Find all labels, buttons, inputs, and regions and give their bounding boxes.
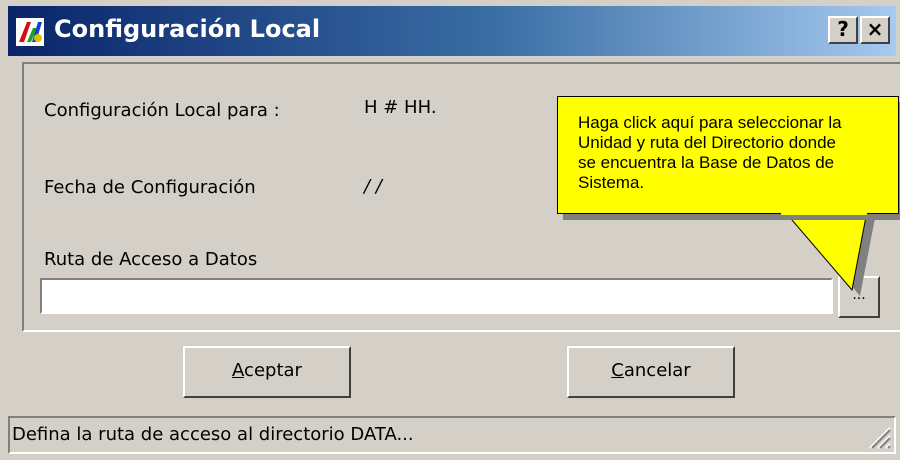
browse-button[interactable]: ...	[838, 276, 880, 318]
accept-mnemonic: A	[232, 360, 245, 381]
tooltip-seam	[781, 212, 867, 215]
tooltip-line: se encuentra la Base de Datos de	[578, 153, 835, 172]
status-text: Defina la ruta de acceso al directorio D…	[12, 424, 414, 445]
title-bar[interactable]: Configuración Local ? ×	[8, 6, 896, 56]
config-value: H # HH.	[364, 97, 437, 118]
close-button[interactable]: ×	[860, 16, 890, 44]
accept-label: ceptar	[244, 360, 302, 381]
help-button[interactable]: ?	[828, 16, 858, 44]
config-label: Configuración Local para :	[44, 100, 280, 121]
status-bar: Defina la ruta de acceso al directorio D…	[8, 416, 896, 454]
ellipsis-icon: ...	[852, 287, 866, 303]
date-label: Fecha de Configuración	[44, 177, 256, 198]
tooltip-text: Haga click aquí para seleccionar la Unid…	[578, 113, 842, 193]
date-value: / /	[364, 176, 382, 197]
accept-button[interactable]: Aceptar	[183, 346, 351, 398]
tooltip: Haga click aquí para seleccionar la Unid…	[557, 96, 899, 214]
tooltip-line: Unidad y ruta del Directorio donde	[578, 133, 836, 152]
config-dialog: Configuración Local ? × Configuración Lo…	[0, 0, 900, 460]
resize-grip-icon[interactable]	[866, 424, 892, 450]
cancel-mnemonic: C	[611, 360, 624, 381]
path-label: Ruta de Acceso a Datos	[44, 249, 258, 270]
cancel-label: ancelar	[623, 360, 691, 381]
tooltip-line: Haga click aquí para seleccionar la	[578, 113, 842, 132]
tooltip-line: Sistema.	[578, 173, 645, 192]
app-icon	[16, 18, 44, 46]
cancel-button[interactable]: Cancelar	[567, 346, 735, 398]
window-title: Configuración Local	[54, 15, 321, 43]
path-input[interactable]	[40, 278, 833, 314]
